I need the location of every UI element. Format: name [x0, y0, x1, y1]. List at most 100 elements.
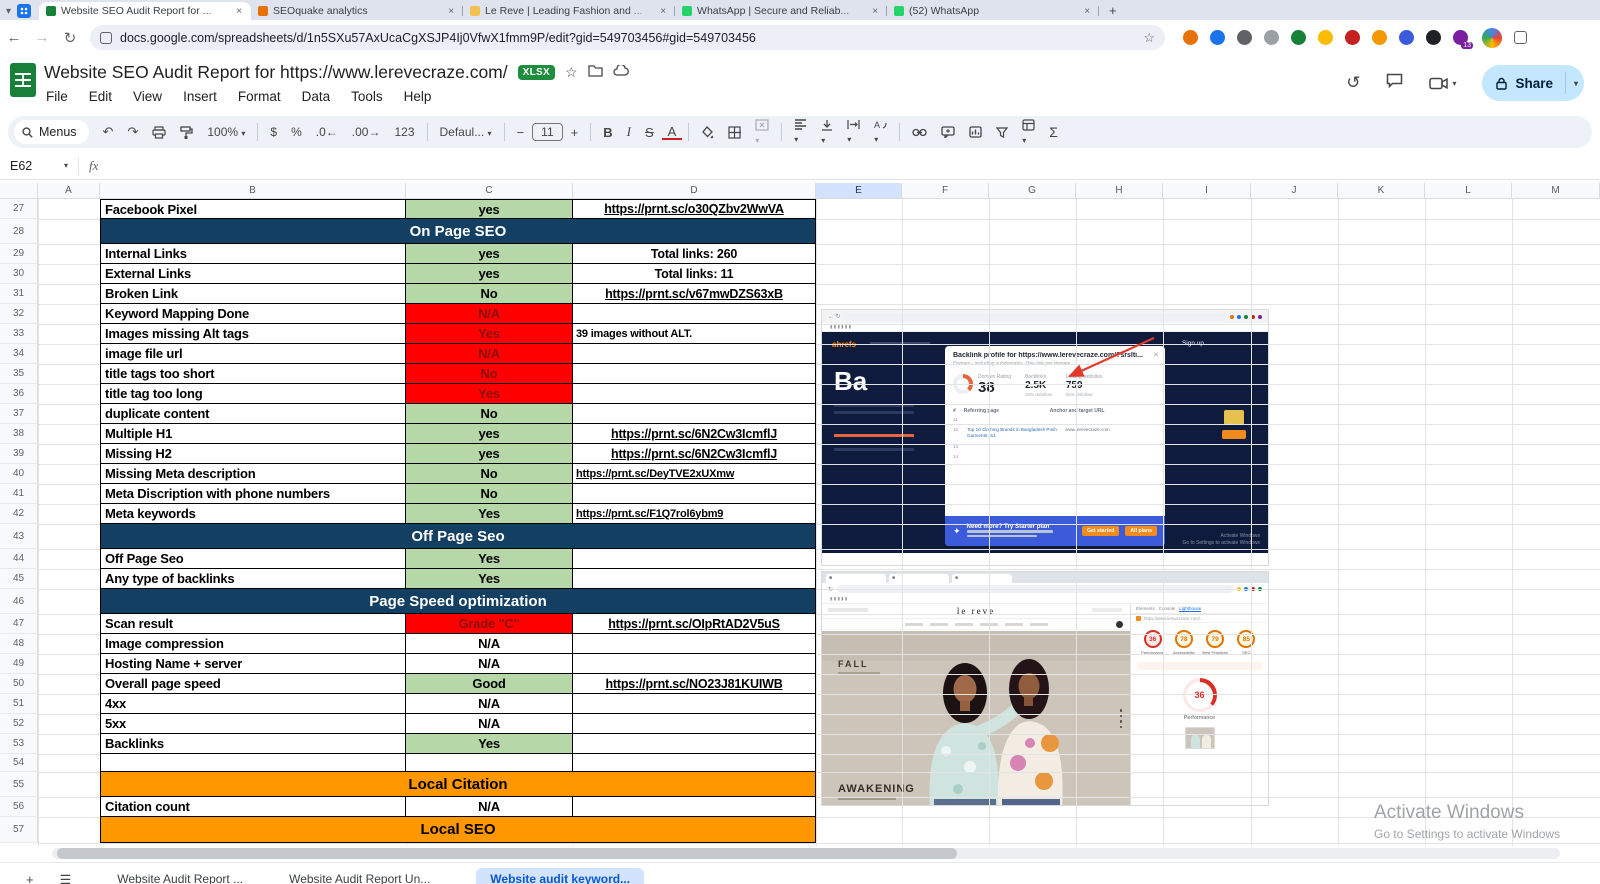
cell-C41-status[interactable]: No — [406, 484, 573, 504]
cell-D30-detail[interactable]: Total links: 11 — [573, 264, 816, 284]
text-color-icon[interactable]: A — [662, 125, 683, 140]
cell-B39-label[interactable]: Missing H2 — [100, 444, 406, 464]
section-row-57[interactable]: Local SEO — [100, 817, 816, 843]
cell-B35-label[interactable]: title tags too short — [100, 364, 406, 384]
insert-comment-icon[interactable] — [935, 126, 961, 138]
create-filter-icon[interactable] — [990, 127, 1014, 138]
row-header-28[interactable]: 28 — [0, 219, 38, 244]
strikethrough-icon[interactable]: S — [639, 125, 660, 140]
screenshot-link[interactable]: https://prnt.sc/6N2Cw3IcmflJ — [611, 447, 777, 461]
menu-help[interactable]: Help — [402, 88, 434, 105]
cell-C35-status[interactable]: No — [406, 364, 573, 384]
extension-icon-0[interactable] — [1183, 30, 1198, 45]
format-currency-icon[interactable]: $ — [264, 125, 283, 139]
tab-close-icon[interactable]: × — [234, 6, 244, 17]
section-row-43[interactable]: Off Page Seo — [100, 524, 816, 549]
cell-C37-status[interactable]: No — [406, 404, 573, 424]
star-icon[interactable]: ☆ — [565, 64, 578, 81]
functions-sigma-icon[interactable]: Σ — [1043, 124, 1064, 140]
screenshot-link[interactable]: https://prnt.sc/OIpRtAD2V5uS — [608, 617, 780, 631]
row-header-54[interactable]: 54 — [0, 754, 38, 772]
tab-close-icon[interactable]: × — [658, 6, 668, 17]
cell-D39-detail[interactable]: https://prnt.sc/6N2Cw3IcmflJ — [573, 444, 816, 464]
url-text[interactable]: docs.google.com/spreadsheets/d/1n5SXu57A… — [120, 31, 1135, 45]
cell-B45-label[interactable]: Any type of backlinks — [100, 569, 406, 589]
cell-D48-detail[interactable] — [573, 634, 816, 654]
row-header-34[interactable]: 34 — [0, 344, 38, 364]
name-box[interactable]: E62 — [0, 159, 62, 173]
cell-D31-detail[interactable]: https://prnt.sc/v67mwDZS63xB — [573, 284, 816, 304]
cell-B53-label[interactable]: Backlinks — [100, 734, 406, 754]
row-header-51[interactable]: 51 — [0, 694, 38, 714]
cell-B33-label[interactable]: Images missing Alt tags — [100, 324, 406, 344]
section-row-55[interactable]: Local Citation — [100, 772, 816, 797]
zoom-select[interactable]: 100% ▾ — [201, 125, 251, 139]
cell-C32-status[interactable]: N/A — [406, 304, 573, 324]
tab-search-icon[interactable]: ▾ — [6, 6, 11, 17]
column-header-M[interactable]: M — [1512, 183, 1600, 199]
extension-icon-10[interactable]: 13 — [1453, 30, 1468, 45]
cell-B48-label[interactable]: Image compression — [100, 634, 406, 654]
embedded-image-lereve-pagespeed[interactable]: ■■■ ↻ ▮ ▮ ▮ ▮ ▮ le reve — [822, 572, 1268, 805]
format-percent-icon[interactable]: % — [285, 125, 308, 139]
spreadsheet-grid[interactable]: ← ↻ ▮ ▮ ▮ ▮ ▮ ▮ ahrefs Sign up Ba Activa… — [0, 183, 1600, 846]
extension-icon-5[interactable] — [1318, 30, 1333, 45]
cell-B44-label[interactable]: Off Page Seo — [100, 549, 406, 569]
screenshot-link[interactable]: https://prnt.sc/NO23J81KUIWB — [605, 677, 782, 691]
section-row-46[interactable]: Page Speed optimization — [100, 589, 816, 614]
reload-icon[interactable]: ↻ — [56, 29, 84, 47]
site-info-icon[interactable] — [100, 32, 112, 44]
row-header-55[interactable]: 55 — [0, 772, 38, 797]
cell-D44-detail[interactable] — [573, 549, 816, 569]
fill-color-icon[interactable] — [695, 126, 720, 139]
cell-B32-label[interactable]: Keyword Mapping Done — [100, 304, 406, 324]
extensions-puzzle-icon[interactable] — [1514, 31, 1527, 44]
row-header-48[interactable]: 48 — [0, 634, 38, 654]
undo-icon[interactable]: ↶ — [97, 124, 120, 140]
cloud-status-icon[interactable] — [613, 64, 629, 82]
redo-icon[interactable]: ↷ — [121, 124, 144, 140]
cell-D42-detail[interactable]: https://prnt.sc/F1Q7rol6ybm9 — [573, 504, 816, 524]
extension-icon-1[interactable] — [1210, 30, 1225, 45]
scrollbar-thumb[interactable] — [57, 848, 957, 859]
screenshot-link[interactable]: https://prnt.sc/o30QZbv2WwVA — [604, 202, 784, 216]
text-rotation-icon[interactable]: A ▾ — [868, 119, 893, 145]
cell-D38-detail[interactable]: https://prnt.sc/6N2Cw3IcmflJ — [573, 424, 816, 444]
row-header-45[interactable]: 45 — [0, 569, 38, 589]
back-icon[interactable]: ← — [0, 29, 28, 46]
cell-D41-detail[interactable] — [573, 484, 816, 504]
cell-D49-detail[interactable] — [573, 654, 816, 674]
screenshot-link[interactable]: https://prnt.sc/6N2Cw3IcmflJ — [611, 427, 777, 441]
browser-tab-3[interactable]: WhatsApp | Secure and Reliab...× — [675, 2, 887, 20]
row-header-53[interactable]: 53 — [0, 734, 38, 754]
row-header-38[interactable]: 38 — [0, 424, 38, 444]
cell-C38-status[interactable]: yes — [406, 424, 573, 444]
cell-C29-status[interactable]: yes — [406, 244, 573, 264]
add-sheet-icon[interactable]: + — [26, 872, 34, 884]
row-header-40[interactable]: 40 — [0, 464, 38, 484]
tab-close-icon[interactable]: × — [446, 6, 456, 17]
cell-D36-detail[interactable] — [573, 384, 816, 404]
column-header-I[interactable]: I — [1163, 183, 1251, 199]
row-header-50[interactable]: 50 — [0, 674, 38, 694]
vertical-align-icon[interactable]: ▾ — [815, 119, 839, 146]
row-header-44[interactable]: 44 — [0, 549, 38, 569]
cell-B50-label[interactable]: Overall page speed — [100, 674, 406, 694]
extension-icon-2[interactable] — [1237, 30, 1252, 45]
name-box-dropdown-icon[interactable]: ▾ — [64, 161, 68, 170]
address-bar[interactable]: docs.google.com/spreadsheets/d/1n5SXu57A… — [90, 25, 1165, 50]
menu-edit[interactable]: Edit — [87, 88, 114, 105]
row-header-35[interactable]: 35 — [0, 364, 38, 384]
cell-C42-status[interactable]: Yes — [406, 504, 573, 524]
row-header-39[interactable]: 39 — [0, 444, 38, 464]
cell-C52-status[interactable]: N/A — [406, 714, 573, 734]
extension-icon-3[interactable] — [1264, 30, 1279, 45]
row-header-37[interactable]: 37 — [0, 404, 38, 424]
paint-format-icon[interactable] — [174, 126, 199, 139]
cell-D51-detail[interactable] — [573, 694, 816, 714]
cell-C40-status[interactable]: No — [406, 464, 573, 484]
embedded-image-ahrefs-backlinks[interactable]: ← ↻ ▮ ▮ ▮ ▮ ▮ ▮ ahrefs Sign up Ba Activa… — [822, 310, 1268, 565]
grid-corner[interactable] — [0, 183, 38, 199]
cell-B56-label[interactable]: Citation count — [100, 797, 406, 817]
cell-C53-status[interactable]: Yes — [406, 734, 573, 754]
